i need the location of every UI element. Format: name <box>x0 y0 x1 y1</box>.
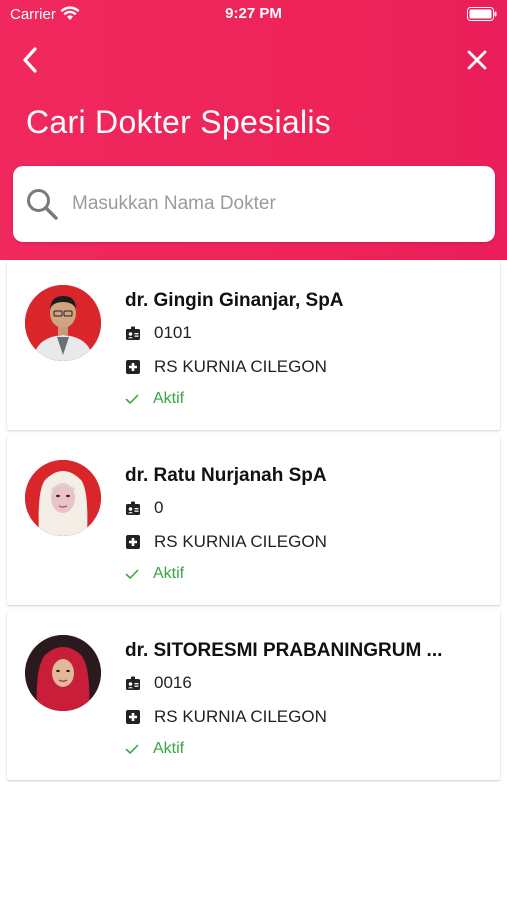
app-header: Carrier 9:27 PM Cari Dokter Spesialis <box>0 0 507 260</box>
close-icon <box>467 50 487 70</box>
doctor-avatar <box>25 460 101 536</box>
chevron-left-icon <box>23 47 37 73</box>
doctor-photo <box>25 635 101 711</box>
doctor-status-row: Aktif <box>125 740 184 758</box>
doctor-id-row: 0016 <box>125 673 192 693</box>
battery-icon <box>467 7 497 21</box>
doctor-photo <box>25 460 101 536</box>
status-time: 9:27 PM <box>225 5 282 22</box>
search-box[interactable] <box>13 166 495 242</box>
doctor-name: dr. Ratu Nurjanah SpA <box>125 465 327 486</box>
page-title: Cari Dokter Spesialis <box>26 104 332 140</box>
doctor-hospital: RS KURNIA CILEGON <box>154 532 327 551</box>
hospital-cross-icon <box>126 535 140 549</box>
id-badge-icon <box>126 326 140 340</box>
check-icon <box>125 744 139 754</box>
close-button[interactable] <box>461 44 493 76</box>
doctor-hospital-row: RS KURNIA CILEGON <box>125 532 327 552</box>
id-badge-icon <box>126 676 140 690</box>
doctor-hospital: RS KURNIA CILEGON <box>154 357 327 376</box>
doctor-name: dr. Gingin Ginanjar, SpA <box>125 290 344 311</box>
status-bar: Carrier 9:27 PM <box>0 0 507 28</box>
doctor-status-row: Aktif <box>125 565 184 583</box>
check-icon <box>125 394 139 404</box>
doctor-card[interactable]: dr. Ratu Nurjanah SpA 0 RS KURNIA CILEGO… <box>7 435 500 605</box>
doctor-hospital: RS KURNIA CILEGON <box>154 707 327 726</box>
check-icon <box>125 569 139 579</box>
search-icon <box>27 189 58 220</box>
doctor-status: Aktif <box>153 565 185 582</box>
doctor-avatar <box>25 285 101 361</box>
doctor-card[interactable]: dr. Gingin Ginanjar, SpA 0101 RS KURNIA … <box>7 260 500 430</box>
doctor-status: Aktif <box>153 740 185 757</box>
doctor-photo <box>25 285 101 361</box>
hospital-cross-icon <box>126 360 140 374</box>
doctor-status: Aktif <box>153 390 185 407</box>
doctor-id-row: 0101 <box>125 323 192 343</box>
doctor-avatar <box>25 635 101 711</box>
id-badge-icon <box>126 501 140 515</box>
doctor-name: dr. SITORESMI PRABANINGRUM ... <box>125 640 443 661</box>
search-input[interactable] <box>72 166 495 242</box>
doctor-hospital-row: RS KURNIA CILEGON <box>125 357 327 377</box>
doctor-card[interactable]: dr. SITORESMI PRABANINGRUM ... 0016 RS K… <box>7 610 500 780</box>
doctor-status-row: Aktif <box>125 390 184 408</box>
back-button[interactable] <box>14 44 46 76</box>
doctor-id: 0101 <box>154 323 192 342</box>
doctor-id: 0016 <box>154 673 192 692</box>
hospital-cross-icon <box>126 710 140 724</box>
doctor-id-row: 0 <box>125 498 163 518</box>
doctor-id: 0 <box>154 498 164 517</box>
doctor-hospital-row: RS KURNIA CILEGON <box>125 707 327 727</box>
